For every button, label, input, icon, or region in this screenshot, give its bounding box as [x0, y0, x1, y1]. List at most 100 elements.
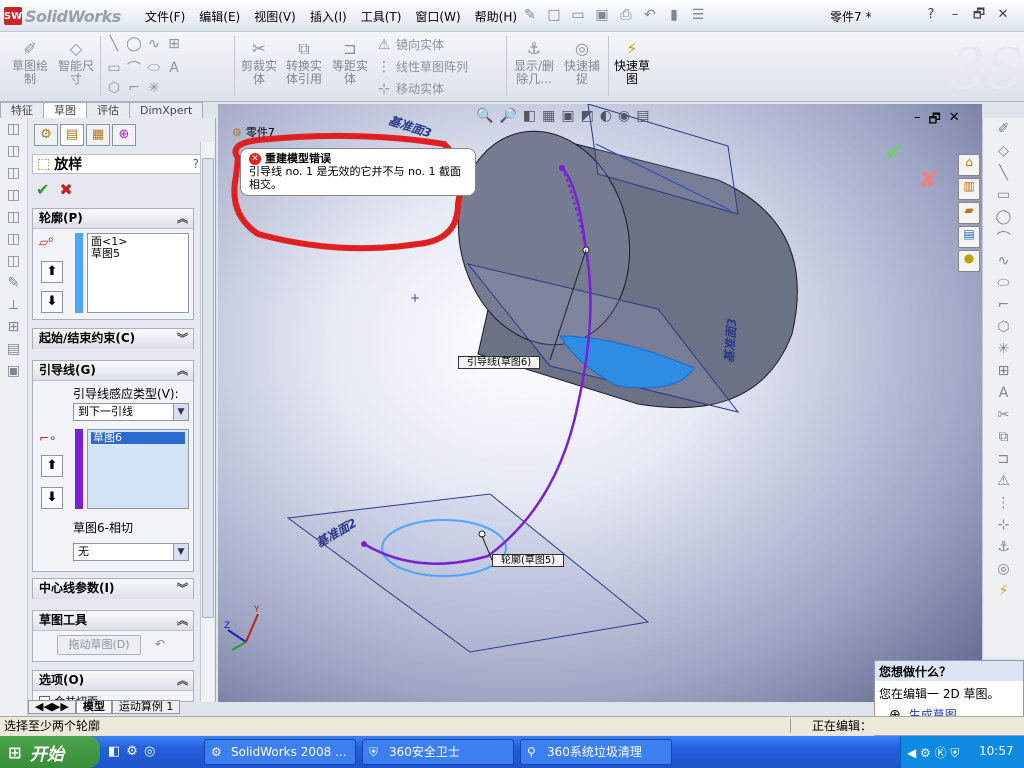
feature-manager-tab-icon[interactable]: ⚙ [34, 124, 58, 146]
offset-entities-button[interactable]: ⊐ 等距实 体 [328, 40, 372, 86]
viewport-close-button[interactable]: ✕ [949, 110, 960, 132]
guide-endpoint[interactable] [559, 165, 565, 171]
line-icon[interactable]: ╲ [106, 36, 122, 52]
ellipse-icon[interactable]: ⬭ [146, 60, 162, 76]
library-icon[interactable]: ▥ [958, 178, 980, 200]
toolbar-icon[interactable]: ⟂ [0, 294, 27, 316]
move-up-button[interactable]: ⬆ [41, 455, 63, 477]
tangency-select[interactable]: 无 ▼ [73, 543, 189, 561]
toolbar-icon[interactable]: ◫ [0, 228, 27, 250]
toolbar-icon[interactable]: ◫ [0, 162, 27, 184]
appearances-icon[interactable]: ● [958, 250, 980, 272]
display-delete-relations-button[interactable]: ⚓ 显示/删 除几... [510, 40, 558, 86]
feature-tree-root[interactable]: ⚙ 零件7 [232, 124, 275, 140]
previous-view-icon[interactable]: ◧ [523, 108, 536, 124]
taskbar-item-cleanup[interactable]: ⚲ 360系统垃圾清理 [520, 739, 672, 765]
point-icon[interactable]: ✳ [146, 80, 162, 96]
point-icon[interactable]: ✳ [983, 338, 1024, 360]
arc-icon[interactable]: ⌒ [983, 228, 1024, 250]
toolbar-icon[interactable]: ▣ [0, 360, 27, 382]
zoom-fit-icon[interactable]: 🔍 [476, 108, 493, 124]
drag-sketch-button[interactable]: 拖动草图(D) [57, 635, 141, 655]
tab-motion-study[interactable]: 运动算例 1 [111, 700, 181, 714]
grid-icon[interactable]: ⊞ [983, 360, 1024, 382]
circle-icon[interactable]: ◯ [126, 36, 142, 52]
list-item[interactable]: 草图6 [91, 432, 185, 444]
view-orientation-icon[interactable]: ▣ [561, 108, 574, 124]
home-icon[interactable]: ⌂ [958, 154, 980, 176]
help-icon[interactable]: ? [922, 6, 940, 24]
menu-help[interactable]: 帮助(H) [468, 7, 524, 26]
viewport-restore-button[interactable]: 🗗 [929, 110, 941, 132]
text-icon[interactable]: A [983, 382, 1024, 404]
minimize-button[interactable]: – [946, 6, 964, 24]
toolbar-icon[interactable]: ◫ [0, 118, 27, 140]
spline-icon[interactable]: ∿ [983, 250, 1024, 272]
start-end-header[interactable]: 起始/结束约束(C) ︾ [33, 329, 193, 349]
solidworks-icon[interactable]: ⚙ [126, 744, 138, 759]
section-view-icon[interactable]: ▦ [542, 108, 555, 124]
quick-snaps-button[interactable]: ◎ 快速捕 捉 [560, 40, 604, 86]
dimension-icon[interactable]: ◇ [983, 140, 1024, 162]
open-icon[interactable]: ▭ [570, 7, 586, 23]
polygon-icon[interactable]: ⬡ [983, 316, 1024, 338]
tab-sketch[interactable]: 草图 [43, 102, 87, 118]
menu-edit[interactable]: 编辑(E) [192, 7, 247, 26]
text-icon[interactable]: A [166, 60, 182, 76]
pm-scrollbar[interactable] [200, 142, 214, 702]
dimxpert-manager-tab-icon[interactable]: ⊕ [112, 124, 136, 146]
rebuild-icon[interactable]: ▮ [666, 7, 682, 23]
sketch-button[interactable]: ✐ 草图绘 制 [8, 40, 52, 86]
menu-tools[interactable]: 工具(T) [354, 7, 409, 26]
app-logo[interactable]: SW SolidWorks [4, 6, 121, 26]
taskbar-item-360[interactable]: ⛨ 360安全卫士 [362, 739, 514, 765]
toolbar-icon[interactable]: ✎ [0, 272, 27, 294]
confirm-ok-icon[interactable]: ✔ [884, 138, 904, 166]
move-up-button[interactable]: ⬆ [41, 261, 63, 283]
toolbar-icon[interactable]: ◫ [0, 184, 27, 206]
new-icon[interactable]: □ [546, 7, 562, 23]
circle-icon[interactable]: ◯ [983, 206, 1024, 228]
relations-icon[interactable]: ⚓ [983, 536, 1024, 558]
mirror-button[interactable]: ⚠ 镜向实体 [376, 36, 444, 53]
undo-icon[interactable]: ↶ [642, 7, 658, 23]
print-icon[interactable]: ⎙ [618, 7, 634, 23]
spline-icon[interactable]: ∿ [146, 36, 162, 52]
close-button[interactable]: ✕ [994, 6, 1012, 24]
linear-pattern-button[interactable]: ⋮ 线性草图阵列 [376, 58, 468, 75]
guide-callout-label[interactable]: 引导线(草图6) [458, 356, 541, 369]
move-down-button[interactable]: ⬇ [41, 291, 63, 313]
sketch-tools-header[interactable]: 草图工具 ︽ [33, 611, 193, 631]
menu-view[interactable]: 视图(V) [247, 7, 303, 26]
graphics-area[interactable]: + Y Z 基准面2 基准面3 基准面3 ⚙ 零件7 🔍 🔎 ◧ ▦ ▣ ◩ ◐… [218, 104, 982, 702]
toolbar-icon[interactable]: ◫ [0, 250, 27, 272]
start-button[interactable]: ⊞ 开始 [0, 736, 100, 768]
undo-icon[interactable]: ↶ [155, 637, 165, 651]
convert-entities-button[interactable]: ⧉ 转换实 体引用 [282, 40, 326, 86]
fillet-icon[interactable]: ⌐ [983, 294, 1024, 316]
convert-icon[interactable]: ⧉ [983, 426, 1024, 448]
cancel-icon[interactable]: ✖ [59, 180, 72, 199]
centerline-header[interactable]: 中心线参数(I) ︾ [33, 579, 193, 599]
save-icon[interactable]: ▣ [594, 7, 610, 23]
configuration-manager-tab-icon[interactable]: ▦ [86, 124, 110, 146]
taskbar-item-solidworks[interactable]: ⚙ SolidWorks 2008 ... [204, 739, 356, 765]
trim-icon[interactable]: ✂ [983, 404, 1024, 426]
folder-icon[interactable]: ▰ [958, 202, 980, 224]
rectangle-icon[interactable]: ▭ [106, 60, 122, 76]
ellipse-icon[interactable]: ⬭ [983, 272, 1024, 294]
tab-evaluate[interactable]: 评估 [86, 102, 130, 118]
options-header[interactable]: 选项(O) ︽ [33, 671, 193, 691]
move-down-button[interactable]: ⬇ [41, 487, 63, 509]
explorer-icon[interactable]: ◧ [108, 744, 120, 759]
guides-list[interactable]: 草图6 [87, 429, 189, 509]
toolbar-icon[interactable]: ◫ [0, 206, 27, 228]
profiles-header[interactable]: 轮廓(P) ︽ [33, 209, 193, 229]
options-icon[interactable]: ☰ [690, 7, 706, 23]
move-icon[interactable]: ⊹ [983, 514, 1024, 536]
guide-influence-select[interactable]: 到下一引线 ▼ [73, 403, 189, 421]
menu-file[interactable]: 文件(F) [138, 7, 192, 26]
confirm-cancel-icon[interactable]: ✘ [918, 166, 938, 194]
appearance-icon[interactable]: ◉ [618, 108, 630, 124]
tray-icons[interactable]: ◀ ⚙ Ⓚ ⛨ [907, 744, 959, 761]
